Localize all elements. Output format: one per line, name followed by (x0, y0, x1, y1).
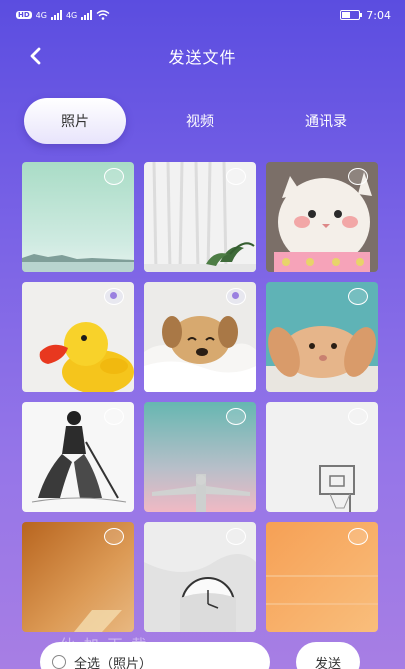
photo-tile[interactable] (144, 162, 256, 272)
selected-dot (232, 292, 239, 299)
selected-dot (110, 292, 117, 299)
photo-tile[interactable] (22, 402, 134, 512)
select-circle[interactable] (104, 168, 124, 185)
back-button[interactable] (20, 40, 52, 72)
network-label-1: 4G (35, 10, 47, 20)
status-bar: HD 4G 4G 7:04 (0, 0, 405, 30)
status-left: HD 4G 4G (16, 10, 110, 20)
select-circle[interactable] (226, 168, 246, 185)
photo-tile[interactable] (266, 522, 378, 632)
status-right: 7:04 (340, 9, 391, 22)
header: 发送文件 (0, 36, 405, 76)
photo-tile[interactable] (266, 402, 378, 512)
photo-tile[interactable] (22, 522, 134, 632)
battery-icon (340, 10, 363, 20)
watermark-text: 仙 加 下 载 (60, 636, 149, 654)
network-label-2: 4G (65, 10, 78, 20)
send-button[interactable]: 发送 (296, 642, 360, 669)
signal-icon-2 (81, 10, 93, 20)
tab-videos[interactable]: 视频 (150, 98, 250, 144)
photo-tile[interactable] (144, 402, 256, 512)
tab-photos[interactable]: 照片 (24, 98, 126, 144)
select-all-radio[interactable] (52, 655, 66, 669)
tab-contacts[interactable]: 通讯录 (276, 98, 376, 144)
photo-tile[interactable] (144, 282, 256, 392)
select-circle-selected[interactable] (226, 288, 246, 305)
wifi-icon (96, 10, 110, 20)
signal-icon (50, 10, 62, 20)
photo-tile[interactable] (144, 522, 256, 632)
page-title: 发送文件 (168, 48, 237, 67)
select-circle[interactable] (226, 528, 246, 545)
select-circle[interactable] (348, 408, 368, 425)
photo-tile[interactable] (22, 162, 134, 272)
chevron-left-icon (30, 47, 41, 65)
select-circle[interactable] (226, 408, 246, 425)
photo-tile[interactable] (266, 282, 378, 392)
clock: 7:04 (366, 8, 391, 22)
select-circle[interactable] (348, 168, 368, 185)
tab-bar: 照片 视频 通讯录 (0, 98, 405, 146)
photo-grid (22, 162, 382, 632)
select-circle[interactable] (348, 528, 368, 545)
photo-tile[interactable] (22, 282, 134, 392)
hd-badge: HD (16, 11, 32, 19)
battery-fill (342, 12, 351, 18)
select-circle[interactable] (104, 528, 124, 545)
select-circle[interactable] (104, 408, 124, 425)
photo-tile[interactable] (266, 162, 378, 272)
select-circle[interactable] (348, 288, 368, 305)
select-circle-selected[interactable] (104, 288, 124, 305)
